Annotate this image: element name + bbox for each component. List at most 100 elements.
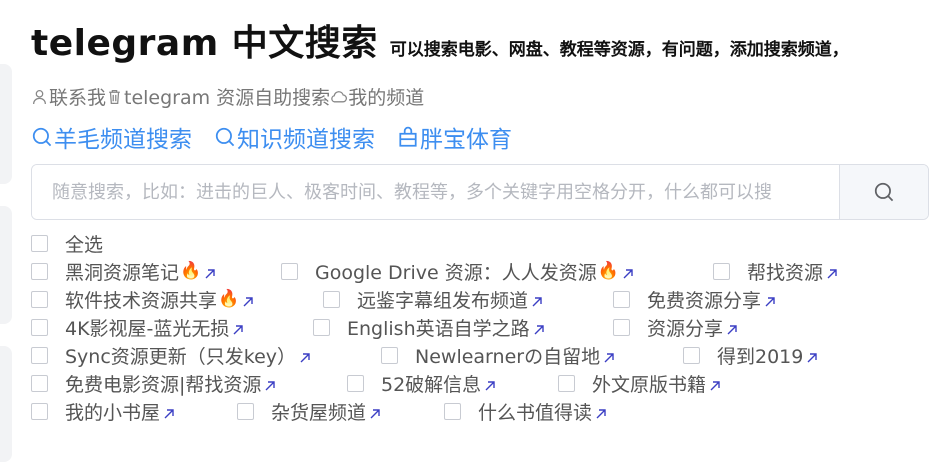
- search-button[interactable]: [839, 165, 928, 219]
- channel-checkbox[interactable]: [313, 318, 330, 336]
- channel-option[interactable]: 免费资源分享: [613, 286, 813, 313]
- channel-option[interactable]: Newlearnerの自留地: [381, 342, 683, 369]
- channel-checkbox[interactable]: [281, 262, 298, 280]
- external-link-icon[interactable]: [368, 404, 382, 419]
- channel-option[interactable]: 资源分享: [613, 314, 813, 341]
- my-channel-link[interactable]: 我的频道: [330, 83, 424, 110]
- channel-option[interactable]: English英语自学之路: [313, 314, 613, 341]
- channel-checkbox[interactable]: [713, 262, 730, 280]
- channel-label: 帮找资源: [747, 261, 824, 284]
- external-link-icon[interactable]: [530, 292, 544, 307]
- channel-links: 羊毛频道搜索 知识频道搜索 胖宝体育: [31, 120, 931, 154]
- channel-checkbox[interactable]: [31, 318, 48, 336]
- external-link-icon[interactable]: [263, 376, 277, 391]
- external-link-icon[interactable]: [763, 292, 777, 307]
- channel-checkbox[interactable]: [347, 374, 364, 392]
- channel-option[interactable]: 黑洞资源笔记 🔥: [31, 258, 281, 285]
- external-link-icon[interactable]: [825, 264, 839, 279]
- user-icon: [33, 89, 46, 104]
- channel-row: 软件技术资源共享 🔥 远鉴字幕组发布频道 免费资源分享: [31, 285, 931, 313]
- channel-label: English英语自学之路: [347, 317, 530, 340]
- external-link-icon[interactable]: [532, 320, 546, 335]
- left-panel-edge: [0, 64, 12, 184]
- channel-label: 杂货屋频道: [271, 401, 367, 424]
- main-container: telegram 中文搜索 可以搜索电影、网盘、教程等资源，有问题，添加搜索频道…: [31, 14, 931, 425]
- channel-checkbox[interactable]: [613, 290, 630, 308]
- channel-label: 得到2019: [717, 345, 804, 368]
- search-icon: [32, 127, 52, 147]
- wool-channel-search-link[interactable]: 羊毛频道搜索: [31, 120, 192, 154]
- channel-label: Google Drive 资源：人人发资源: [315, 261, 597, 284]
- search-bar: [31, 164, 929, 220]
- channel-checkbox[interactable]: [31, 290, 48, 308]
- contact-link-label: 联系我: [49, 86, 107, 109]
- fire-icon: 🔥: [180, 261, 202, 281]
- channel-option[interactable]: 免费电影资源|帮找资源: [31, 370, 347, 397]
- external-link-icon[interactable]: [805, 348, 819, 363]
- header: telegram 中文搜索 可以搜索电影、网盘、教程等资源，有问题，添加搜索频道…: [31, 14, 931, 64]
- channel-option[interactable]: 什么书值得读: [444, 398, 644, 425]
- knowledge-channel-search-link[interactable]: 知识频道搜索: [214, 120, 375, 154]
- channel-checkbox[interactable]: [381, 346, 398, 364]
- left-panel-edge: [0, 206, 12, 324]
- select-all-row: 全选: [31, 229, 931, 257]
- self-search-link-label: telegram 资源自助搜索: [124, 86, 331, 109]
- external-link-icon[interactable]: [162, 404, 176, 419]
- channel-option[interactable]: Google Drive 资源：人人发资源 🔥: [281, 258, 713, 285]
- channel-checkbox[interactable]: [31, 346, 48, 364]
- external-link-icon[interactable]: [708, 376, 722, 391]
- page-title: telegram 中文搜索: [31, 23, 378, 64]
- sports-link[interactable]: 胖宝体育: [397, 120, 512, 154]
- channel-option[interactable]: Sync资源更新（只发key）: [31, 342, 381, 369]
- page-subtitle: 可以搜索电影、网盘、教程等资源，有问题，添加搜索频道，: [389, 40, 849, 60]
- channel-option[interactable]: 得到2019: [683, 342, 883, 369]
- external-link-icon[interactable]: [725, 320, 739, 335]
- channel-checkbox[interactable]: [323, 290, 340, 308]
- select-all-label: 全选: [65, 233, 104, 256]
- search-input[interactable]: [32, 165, 839, 219]
- top-links: 联系我 telegram 资源自助搜索 我的频道: [31, 82, 931, 110]
- channel-option[interactable]: 帮找资源: [713, 258, 913, 285]
- channel-option[interactable]: 杂货屋频道: [237, 398, 444, 425]
- fire-icon: 🔥: [218, 289, 240, 309]
- channel-option[interactable]: 软件技术资源共享 🔥: [31, 286, 323, 313]
- external-link-icon[interactable]: [203, 264, 217, 279]
- channel-label: Newlearnerの自留地: [415, 345, 601, 368]
- self-search-link[interactable]: telegram 资源自助搜索: [106, 83, 330, 110]
- channel-checkbox[interactable]: [683, 346, 700, 364]
- channel-checkbox[interactable]: [444, 402, 461, 420]
- channel-row: 黑洞资源笔记 🔥 Google Drive 资源：人人发资源 🔥 帮找资源: [31, 257, 931, 285]
- channel-checkbox[interactable]: [31, 262, 48, 280]
- external-link-icon[interactable]: [594, 404, 608, 419]
- external-link-icon[interactable]: [231, 320, 245, 335]
- channel-checkbox[interactable]: [237, 402, 254, 420]
- bag-icon: [399, 126, 417, 147]
- channel-checkbox[interactable]: [558, 374, 575, 392]
- channel-option[interactable]: 4K影视屋-蓝光无损: [31, 314, 313, 341]
- contact-link[interactable]: 联系我: [31, 83, 106, 110]
- channel-option[interactable]: 外文原版书籍: [558, 370, 758, 397]
- channel-option[interactable]: 远鉴字幕组发布频道: [323, 286, 613, 313]
- external-link-icon[interactable]: [483, 376, 497, 391]
- channel-label: 外文原版书籍: [592, 373, 707, 396]
- channel-option[interactable]: 我的小书屋: [31, 398, 237, 425]
- external-link-icon[interactable]: [298, 348, 312, 363]
- channel-option[interactable]: 52破解信息: [347, 370, 558, 397]
- select-all-checkbox[interactable]: [31, 234, 48, 252]
- channel-checklist: 全选 黑洞资源笔记 🔥 Google Drive 资源：人人发资源 🔥 帮找资源 软件技术…: [31, 229, 931, 425]
- trash-icon: [109, 89, 120, 104]
- external-link-icon[interactable]: [241, 292, 255, 307]
- channel-checkbox[interactable]: [31, 374, 48, 392]
- select-all-option[interactable]: 全选: [31, 230, 103, 257]
- search-icon: [215, 127, 235, 147]
- sports-link-label: 胖宝体育: [420, 127, 512, 153]
- external-link-icon[interactable]: [621, 264, 635, 279]
- fire-icon: 🔥: [597, 261, 619, 281]
- my-channel-link-label: 我的频道: [348, 86, 425, 109]
- channel-row: 免费电影资源|帮找资源 52破解信息 外文原版书籍: [31, 369, 931, 397]
- channel-checkbox[interactable]: [613, 318, 630, 336]
- channel-checkbox[interactable]: [31, 402, 48, 420]
- channel-label: 远鉴字幕组发布频道: [357, 289, 529, 312]
- external-link-icon[interactable]: [602, 348, 616, 363]
- wool-channel-search-label: 羊毛频道搜索: [54, 127, 192, 153]
